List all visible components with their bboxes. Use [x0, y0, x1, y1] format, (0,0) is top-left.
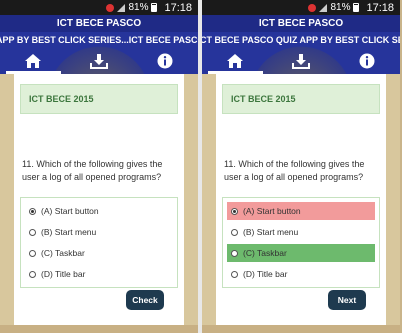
battery-percent: 81% — [330, 2, 351, 13]
option-d[interactable]: (D) Title bar — [25, 265, 173, 283]
radio-icon[interactable] — [231, 249, 238, 257]
topic-header: ICT BECE 2015 — [20, 84, 178, 114]
radio-selected-icon[interactable] — [29, 207, 36, 215]
ticker: APP BY BEST CLICK SERIES...ICT BECE PASC… — [0, 32, 198, 48]
check-button[interactable]: Check — [126, 290, 164, 310]
ticker: CT BECE PASCO QUIZ APP BY BEST CLICK SER… — [202, 32, 400, 48]
option-c-correct[interactable]: (C) Taskbar — [227, 244, 375, 262]
radio-selected-icon[interactable] — [231, 207, 238, 215]
options-list: (A) Start button (B) Start menu (C) Task… — [222, 197, 380, 288]
radio-icon[interactable] — [29, 249, 36, 257]
download-icon[interactable] — [88, 50, 110, 72]
signal-icon — [319, 3, 328, 12]
battery-percent: 81% — [128, 2, 149, 13]
option-label: (C) Taskbar — [41, 248, 85, 258]
bottom-strip — [0, 325, 198, 333]
download-icon[interactable] — [290, 50, 312, 72]
option-a-incorrect[interactable]: (A) Start button — [227, 202, 375, 220]
quiz-card: ICT BECE 2015 11. Which of the following… — [216, 74, 386, 333]
quiz-card: ICT BECE 2015 11. Which of the following… — [14, 74, 184, 333]
option-label: (A) Start button — [243, 206, 301, 216]
radio-icon[interactable] — [231, 228, 238, 236]
app-title: ICT BECE PASCO — [0, 15, 198, 32]
radio-icon[interactable] — [231, 270, 238, 278]
radio-icon[interactable] — [29, 270, 36, 278]
clock: 17:18 — [164, 1, 192, 14]
battery-icon — [353, 3, 360, 12]
home-icon[interactable] — [224, 50, 246, 72]
clock: 17:18 — [366, 1, 394, 14]
next-button[interactable]: Next — [328, 290, 366, 310]
option-label: (D) Title bar — [243, 269, 288, 279]
bottom-strip — [202, 325, 400, 333]
info-icon[interactable] — [154, 50, 176, 72]
option-c[interactable]: (C) Taskbar — [25, 244, 173, 262]
option-label: (B) Start menu — [243, 227, 299, 237]
battery-icon — [151, 3, 158, 12]
question-text: 11. Which of the following gives the use… — [224, 159, 365, 182]
question-text: 11. Which of the following gives the use… — [22, 159, 163, 182]
option-label: (D) Title bar — [41, 269, 86, 279]
home-icon[interactable] — [22, 50, 44, 72]
option-b[interactable]: (B) Start menu — [25, 223, 173, 241]
toolbar: APP BY BEST CLICK SERIES...ICT BECE PASC… — [0, 32, 198, 74]
screen-after-check: 81% 17:18 ICT BECE PASCO CT BECE PASCO Q… — [202, 0, 400, 333]
option-label: (B) Start menu — [41, 227, 97, 237]
ticker-text: APP BY BEST CLICK SERIES...ICT BECE PASC… — [0, 35, 198, 45]
option-b[interactable]: (B) Start menu — [227, 223, 375, 241]
no-sim-icon — [308, 3, 317, 12]
option-d[interactable]: (D) Title bar — [227, 265, 375, 283]
signal-icon — [117, 3, 126, 12]
status-bar: 81% 17:18 — [0, 0, 198, 15]
info-icon[interactable] — [356, 50, 378, 72]
option-label: (A) Start button — [41, 206, 99, 216]
radio-icon[interactable] — [29, 228, 36, 236]
ticker-text: CT BECE PASCO QUIZ APP BY BEST CLICK SER… — [202, 35, 400, 45]
no-sim-icon — [106, 3, 115, 12]
toolbar: CT BECE PASCO QUIZ APP BY BEST CLICK SER… — [202, 32, 400, 74]
topic-header: ICT BECE 2015 — [222, 84, 380, 114]
app-title: ICT BECE PASCO — [202, 15, 400, 32]
screen-before-check: 81% 17:18 ICT BECE PASCO APP BY BEST CLI… — [0, 0, 198, 333]
option-a[interactable]: (A) Start button — [25, 202, 173, 220]
options-list: (A) Start button (B) Start menu (C) Task… — [20, 197, 178, 288]
option-label: (C) Taskbar — [243, 248, 287, 258]
status-bar: 81% 17:18 — [202, 0, 400, 15]
